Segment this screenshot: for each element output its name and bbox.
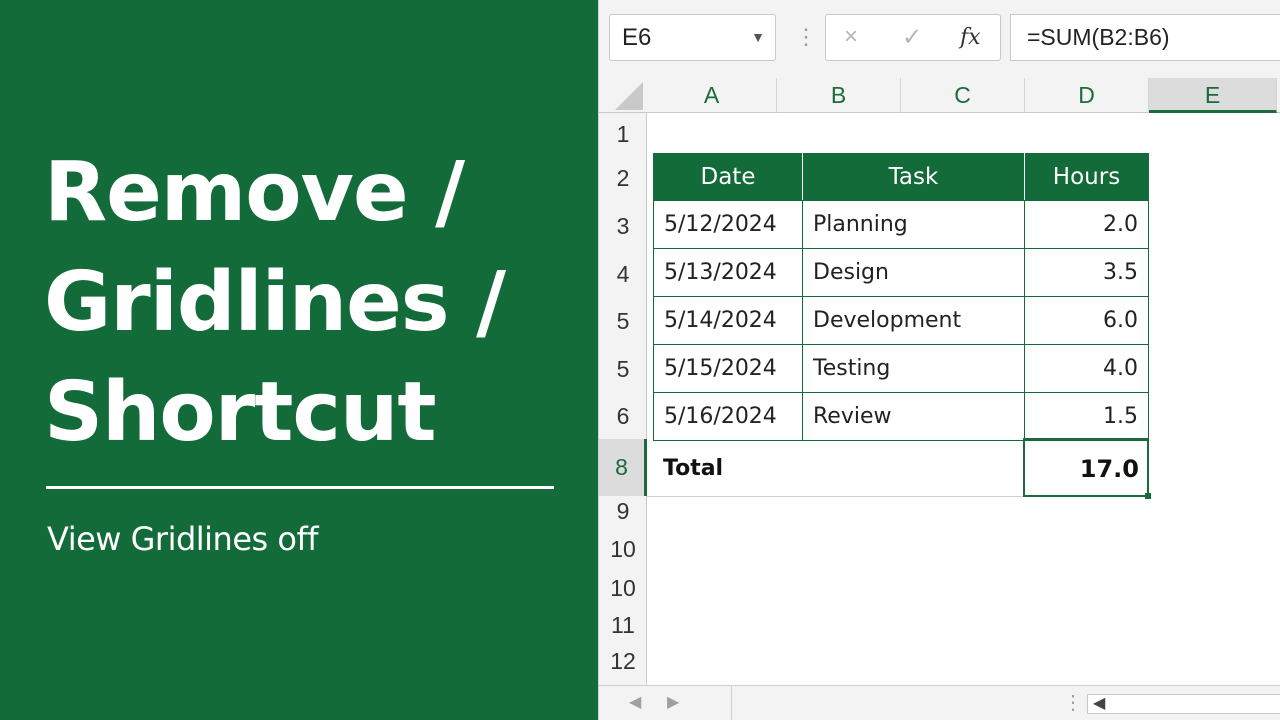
total-row-divider xyxy=(647,496,1025,497)
scroll-left-icon[interactable]: ◀ xyxy=(629,692,641,712)
total-value-cell[interactable]: 17.0 xyxy=(1023,438,1149,497)
table-row: 5/13/2024 Design 3.5 xyxy=(653,248,1149,297)
cell-date[interactable]: 5/13/2024 xyxy=(653,248,803,297)
row-header[interactable]: 2 xyxy=(599,165,647,192)
row-headers: 1 2 3 4 5 5 6 8 9 10 10 11 12 xyxy=(599,113,647,685)
page-title: Remove / Gridlines / Shortcut xyxy=(44,138,584,468)
cancel-icon[interactable]: × xyxy=(844,23,858,51)
row-header[interactable]: 11 xyxy=(599,612,647,639)
name-box[interactable]: E6 ▼ xyxy=(609,14,776,61)
header-hours[interactable]: Hours xyxy=(1024,153,1149,201)
row-header[interactable]: 5 xyxy=(599,356,647,383)
sheet-bar: ◀ ▶ ⋮ ◀ xyxy=(599,685,1280,720)
title-line-2: Gridlines / xyxy=(44,255,506,350)
subtitle: View Gridlines off xyxy=(47,520,318,558)
row-header[interactable]: 6 xyxy=(599,403,647,430)
cell-task[interactable]: Testing xyxy=(802,344,1025,393)
cell-task[interactable]: Design xyxy=(802,248,1025,297)
insert-function-icon[interactable]: fx xyxy=(960,25,981,50)
fill-handle[interactable] xyxy=(1145,493,1151,499)
formula-input[interactable]: =SUM(B2:B6) xyxy=(1010,14,1280,61)
title-line-1: Remove / xyxy=(44,145,465,240)
row-header[interactable]: 4 xyxy=(599,261,647,288)
title-line-3: Shortcut xyxy=(44,365,437,460)
row-header-selected[interactable]: 8 xyxy=(599,439,647,496)
cell-task[interactable]: Review xyxy=(802,392,1025,441)
title-panel: Remove / Gridlines / Shortcut View Gridl… xyxy=(0,0,598,720)
cell-date[interactable]: 5/16/2024 xyxy=(653,392,803,441)
cell-hours[interactable]: 4.0 xyxy=(1024,344,1149,393)
table-row: 5/14/2024 Development 6.0 xyxy=(653,296,1149,345)
horizontal-scrollbar[interactable]: ◀ xyxy=(1087,694,1280,714)
header-task[interactable]: Task xyxy=(802,153,1025,201)
scroll-left-arrow-icon[interactable]: ◀ xyxy=(1093,693,1105,713)
formula-bar: E6 ▼ ⋮ × ✓ fx =SUM(B2:B6) xyxy=(599,0,1280,78)
table-header-row: Date Task Hours xyxy=(653,153,1149,201)
column-header-c[interactable]: C xyxy=(901,78,1025,113)
column-headers: A B C D E xyxy=(599,78,1280,113)
header-date[interactable]: Date xyxy=(653,153,803,201)
row-header[interactable]: 10 xyxy=(599,536,647,563)
enter-icon[interactable]: ✓ xyxy=(902,23,922,52)
column-header-d[interactable]: D xyxy=(1025,78,1149,113)
scroll-right-icon[interactable]: ▶ xyxy=(667,692,679,712)
data-table: Date Task Hours 5/12/2024 Planning 2.0 5… xyxy=(653,153,1149,441)
cell-hours[interactable]: 6.0 xyxy=(1024,296,1149,345)
column-header-e[interactable]: E xyxy=(1149,78,1277,113)
total-label[interactable]: Total xyxy=(663,456,723,481)
row-header[interactable]: 3 xyxy=(599,213,647,240)
column-header-b[interactable]: B xyxy=(777,78,901,113)
chevron-down-icon[interactable]: ▼ xyxy=(751,15,765,60)
row-header[interactable]: 1 xyxy=(599,121,647,148)
select-all-button[interactable] xyxy=(599,78,647,113)
table-row: 5/16/2024 Review 1.5 xyxy=(653,392,1149,441)
row-header[interactable]: 9 xyxy=(599,498,647,525)
table-row: 5/12/2024 Planning 2.0 xyxy=(653,200,1149,249)
cell-task[interactable]: Planning xyxy=(802,200,1025,249)
sheet-bar-divider xyxy=(731,686,732,720)
splitter-icon[interactable]: ⋮ xyxy=(1063,690,1083,715)
cell-hours[interactable]: 3.5 xyxy=(1024,248,1149,297)
cell-date[interactable]: 5/12/2024 xyxy=(653,200,803,249)
column-header-a[interactable]: A xyxy=(647,78,777,113)
row-header[interactable]: 5 xyxy=(599,308,647,335)
title-divider xyxy=(46,486,554,489)
name-box-value: E6 xyxy=(622,24,652,51)
row-header[interactable]: 12 xyxy=(599,648,647,675)
drag-handle-icon[interactable]: ⋮ xyxy=(795,26,817,48)
spreadsheet-area: E6 ▼ ⋮ × ✓ fx =SUM(B2:B6) A B C D E 1 2 … xyxy=(598,0,1280,720)
cell-hours[interactable]: 1.5 xyxy=(1024,392,1149,441)
cell-task[interactable]: Development xyxy=(802,296,1025,345)
cell-date[interactable]: 5/14/2024 xyxy=(653,296,803,345)
row-header[interactable]: 10 xyxy=(599,575,647,602)
formula-buttons: × ✓ fx xyxy=(825,14,1001,61)
cell-date[interactable]: 5/15/2024 xyxy=(653,344,803,393)
cell-hours[interactable]: 2.0 xyxy=(1024,200,1149,249)
table-row: 5/15/2024 Testing 4.0 xyxy=(653,344,1149,393)
